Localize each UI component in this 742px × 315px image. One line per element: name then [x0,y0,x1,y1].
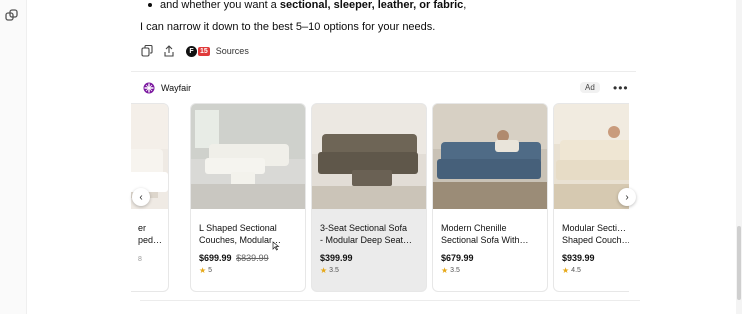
star-icon: ★ [320,266,328,275]
scrollbar-thumb[interactable] [737,226,741,300]
product-rating: ★ 4.5 [562,266,581,275]
brand-name: Wayfair [161,83,192,93]
product-image [191,104,305,209]
message-actions: F 15 Sources [140,43,249,59]
product-carousel-track: er ped… 8 L Shaped Sectional Couches, Mo… [131,103,629,293]
product-rating: ★ 3.5 [441,266,460,275]
sponsored-product-carousel: Wayfair Ad ••• er ped… 8 L Shaped Sectio… [131,71,636,315]
sources-count-badge: 15 [198,46,210,56]
product-title: 3-Seat Sectional Sofa - Modular Deep Sea… [320,223,413,245]
product-card[interactable]: Modern Chenille Sectional Sofa With… $67… [432,103,548,292]
product-rating: ★ 5 [199,266,213,275]
copy-icon[interactable] [140,44,154,58]
product-price: $399.99 [320,253,353,263]
share-icon[interactable] [162,44,176,58]
assistant-message-text: I can narrow it down to the best 5–10 op… [140,21,436,33]
bullet-dot [148,3,152,7]
left-sidebar-rail [0,0,27,314]
star-icon: ★ [199,266,207,275]
product-card[interactable]: L Shaped Sectional Couches, Modular… $69… [190,103,306,292]
wayfair-logo-icon [143,82,155,94]
product-image [433,104,547,209]
source-favicon: F [186,45,197,57]
chevron-left-icon: ‹ [139,191,143,203]
product-card[interactable]: 3-Seat Sectional Sofa - Modular Deep Sea… [311,103,427,292]
product-title: er ped… [138,223,163,245]
original-price: $839.99 [236,253,269,263]
advertiser-brand[interactable]: Wayfair [143,82,191,94]
ad-badge: Ad [580,82,600,93]
divider [140,300,640,301]
apps-icon[interactable] [5,9,19,23]
product-title: Modern Chenille Sectional Sofa With… [441,223,529,245]
product-price: $699.99 $839.99 [199,253,269,263]
carousel-prev-button[interactable]: ‹ [132,188,150,206]
carousel-next-button[interactable]: › [618,188,636,206]
more-options-icon[interactable]: ••• [613,81,629,95]
product-image [312,104,426,209]
star-icon: ★ [562,266,570,275]
page-scrollbar[interactable] [736,0,742,314]
chevron-right-icon: › [625,191,629,203]
sources-label: Sources [215,46,249,56]
star-icon: ★ [441,266,449,275]
mouse-cursor-icon [272,241,280,251]
product-rating: ★ 3.5 [320,266,339,275]
product-rating: 8 [138,256,142,263]
bullet-text: and whether you want a sectional, sleepe… [160,0,467,11]
product-title: Modular Secti… Shaped Couch… [562,223,629,245]
sources-button[interactable]: F 15 Sources [186,45,249,57]
product-title: L Shaped Sectional Couches, Modular… [199,223,282,245]
product-price: $939.99 [562,253,595,263]
product-price: $679.99 [441,253,474,263]
